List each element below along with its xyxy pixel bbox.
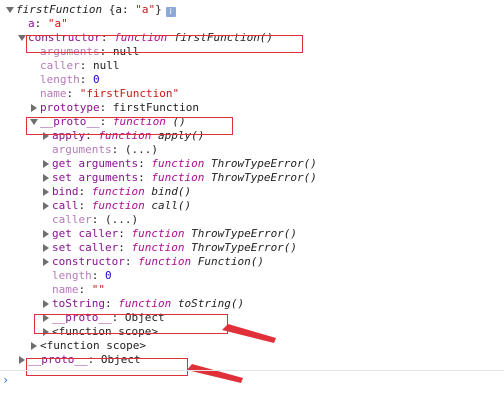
token: get caller	[52, 227, 119, 240]
info-icon[interactable]: i	[165, 7, 176, 17]
expand-triangle-closed-icon[interactable]	[30, 339, 39, 353]
token: call()	[151, 199, 192, 212]
token: ThrowTypeError()	[210, 157, 317, 170]
token: firstFunction	[16, 3, 109, 16]
token: ""	[91, 283, 105, 296]
token: 0	[93, 73, 100, 86]
token: ThrowTypeError()	[191, 241, 298, 254]
property-text: set caller: function ThrowTypeError()	[52, 241, 297, 255]
token: function	[151, 157, 211, 170]
token: :	[118, 241, 132, 254]
property-text: toString: function toString()	[52, 297, 244, 311]
highlight-box-constructor	[26, 35, 303, 53]
token: toString	[52, 297, 105, 310]
property-text: caller: (...)	[52, 213, 138, 227]
token: prototype	[40, 101, 100, 114]
expand-triangle-open-icon[interactable]	[6, 3, 15, 17]
console-prompt-icon[interactable]: ›	[2, 373, 9, 387]
token: : firstFunction	[99, 101, 199, 114]
token: bind	[52, 185, 79, 198]
token: function	[91, 199, 152, 212]
token: ThrowTypeError()	[210, 171, 317, 184]
token: :	[66, 87, 80, 100]
expand-triangle-closed-icon[interactable]	[30, 101, 39, 115]
token: :	[34, 17, 48, 30]
token: constructor	[52, 255, 125, 268]
token: :	[138, 171, 152, 184]
token: caller	[52, 213, 92, 226]
token: name	[40, 87, 67, 100]
token: function	[131, 241, 192, 254]
token: caller	[40, 59, 80, 72]
token: <function scope>	[40, 339, 146, 352]
property-text: length: 0	[40, 73, 100, 87]
highlight-box-nested-proto-object	[34, 314, 228, 334]
token: function	[151, 171, 211, 184]
token: length	[40, 73, 80, 86]
token: }	[155, 3, 162, 16]
token: call	[52, 199, 79, 212]
expand-triangle-closed-icon[interactable]	[42, 241, 51, 255]
token: : null	[79, 59, 120, 72]
token: :	[118, 227, 132, 240]
property-text: call: function call()	[52, 199, 191, 213]
token: : (...)	[111, 143, 158, 156]
token: get arguments	[52, 157, 139, 170]
token: :	[124, 255, 139, 268]
property-text: bind: function bind()	[52, 185, 191, 199]
highlight-box-function-proto	[26, 117, 233, 135]
property-text: firstFunction {a: "a"} i	[16, 3, 176, 17]
token: function	[118, 297, 178, 310]
token: length	[52, 269, 92, 282]
token: function	[131, 227, 192, 240]
expand-triangle-closed-icon[interactable]	[42, 157, 51, 171]
property-text: caller: null	[40, 59, 120, 73]
token: :	[104, 297, 119, 310]
expand-triangle-closed-icon[interactable]	[42, 199, 51, 213]
token: Function()	[197, 255, 264, 268]
expand-triangle-closed-icon[interactable]	[42, 255, 51, 269]
token: :	[138, 157, 152, 170]
property-text: prototype: firstFunction	[40, 101, 199, 115]
expand-triangle-closed-icon[interactable]	[42, 171, 51, 185]
token: "a"	[47, 17, 68, 30]
token: name	[52, 283, 79, 296]
token: :	[91, 269, 105, 282]
token: :	[79, 73, 93, 86]
property-text: length: 0	[52, 269, 112, 283]
token: "firstFunction"	[79, 87, 180, 100]
token: ThrowTypeError()	[191, 227, 298, 240]
token: {a:	[108, 3, 136, 16]
token: set arguments	[52, 171, 139, 184]
token: :	[78, 283, 92, 296]
token: bind()	[151, 185, 192, 198]
token: a	[28, 17, 35, 30]
token: "a"	[135, 3, 156, 16]
property-text: get caller: function ThrowTypeError()	[52, 227, 297, 241]
property-text: name: ""	[52, 283, 105, 297]
token: 0	[105, 269, 112, 282]
property-text: arguments: (...)	[52, 143, 158, 157]
expand-triangle-closed-icon[interactable]	[42, 297, 51, 311]
property-text: <function scope>	[40, 339, 146, 353]
expand-triangle-closed-icon[interactable]	[42, 227, 51, 241]
property-text: a: "a"	[28, 17, 68, 31]
console-divider	[0, 370, 504, 371]
token: toString()	[177, 297, 245, 310]
token: :	[78, 199, 92, 212]
token: : (...)	[91, 213, 139, 226]
property-text: set arguments: function ThrowTypeError()	[52, 171, 317, 185]
token: function	[138, 255, 198, 268]
token: set caller	[52, 241, 119, 254]
property-text: get arguments: function ThrowTypeError()	[52, 157, 317, 171]
expand-triangle-closed-icon[interactable]	[42, 185, 51, 199]
token: arguments	[52, 143, 112, 156]
property-text: name: "firstFunction"	[40, 87, 179, 101]
property-text: constructor: function Function()	[52, 255, 264, 269]
highlight-box-proto-object	[26, 358, 188, 376]
token: :	[78, 185, 92, 198]
token: function	[91, 185, 152, 198]
